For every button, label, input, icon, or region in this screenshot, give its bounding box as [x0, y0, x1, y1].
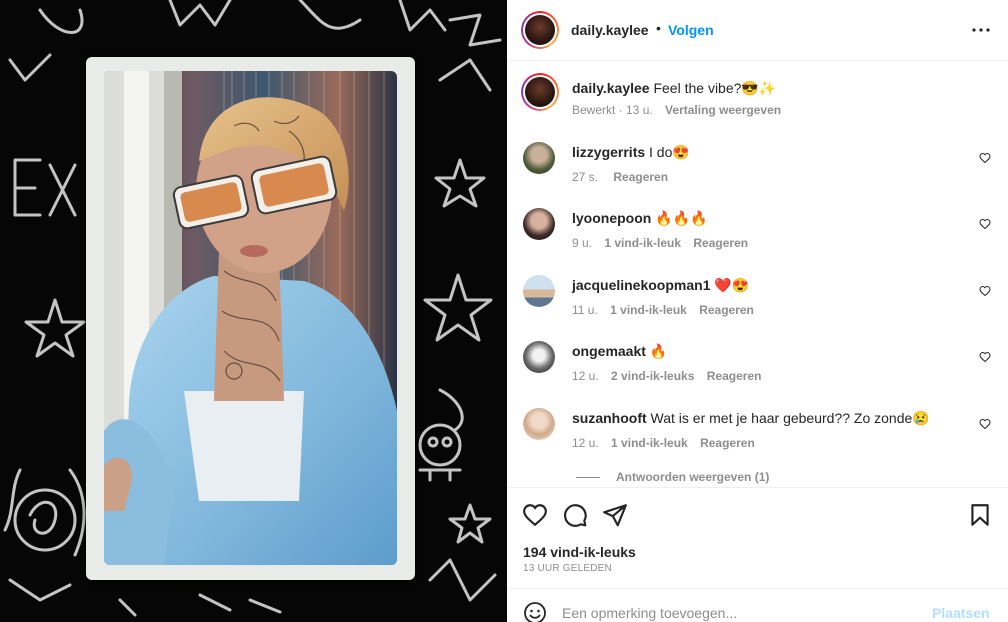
header-separator: • — [656, 20, 661, 36]
caption-text: Feel the vibe?😎✨ — [653, 80, 777, 96]
post-comment-button[interactable]: Plaatsen — [932, 605, 990, 621]
post-caption: daily.kaylee Feel the vibe?😎✨ Bewerkt · … — [507, 62, 1008, 132]
comment-avatar[interactable] — [523, 142, 555, 174]
comments-list[interactable]: daily.kaylee Feel the vibe?😎✨ Bewerkt · … — [507, 62, 1008, 486]
comment-item: lyoonepoon 🔥🔥🔥 9 u. 1 vind-ik-leuk Reage… — [507, 206, 1008, 272]
comment-avatar[interactable] — [523, 275, 555, 307]
comment-text: 🔥🔥🔥 — [655, 210, 708, 226]
action-bar: 194 vind-ik-leuks 13 UUR GELEDEN — [507, 487, 1008, 587]
reply-button[interactable]: Reageren — [693, 236, 748, 250]
translate-link[interactable]: Vertaling weergeven — [665, 103, 781, 117]
comment-username[interactable]: jacquelinekoopman1 — [572, 277, 710, 293]
caption-edited: Bewerkt · 13 u. — [572, 103, 653, 117]
reply-button[interactable]: Reageren — [707, 369, 762, 383]
post-image-area[interactable] — [0, 0, 507, 622]
reply-button[interactable]: Reageren — [699, 303, 754, 317]
comment-likes[interactable]: 1 vind-ik-leuk — [611, 436, 688, 450]
comment-input[interactable] — [562, 603, 912, 622]
comment-bubble-icon[interactable] — [562, 502, 588, 528]
comment-time: 9 u. — [572, 236, 593, 250]
comment-avatar[interactable] — [523, 208, 555, 240]
post-photo — [104, 71, 397, 565]
post-header: daily.kaylee • Volgen — [507, 0, 1008, 61]
comment-text: ❤️😍 — [714, 277, 750, 293]
comment-item: suzanhooft Wat is er met je haar gebeurd… — [507, 406, 1008, 472]
author-avatar[interactable] — [521, 11, 559, 49]
comment-composer: Plaatsen — [507, 588, 1008, 622]
comment-text: 🔥 — [649, 343, 668, 359]
comment-avatar[interactable] — [523, 408, 555, 440]
comment-text: Wat is er met je haar gebeurd?? Zo zonde… — [650, 410, 930, 426]
reply-button[interactable]: Reageren — [700, 436, 755, 450]
comment-time: 11 u. — [572, 303, 598, 317]
comment-username[interactable]: ongemaakt — [572, 343, 646, 359]
caption-avatar[interactable] — [521, 73, 559, 111]
likes-count[interactable]: 194 vind-ik-leuks — [523, 544, 636, 560]
like-comment-heart-icon[interactable] — [979, 218, 991, 230]
comment-text: I do😍 — [649, 144, 690, 160]
comment-time: 12 u. — [572, 369, 599, 383]
comment-likes[interactable]: 1 vind-ik-leuk — [604, 236, 681, 250]
post-side-panel: daily.kaylee • Volgen daily.kaylee Feel … — [507, 0, 1008, 622]
emoji-icon[interactable] — [523, 601, 547, 622]
comment-item: lizzygerrits I do😍 27 s. Reageren — [507, 140, 1008, 206]
like-heart-icon[interactable] — [522, 502, 548, 528]
follow-button[interactable]: Volgen — [668, 22, 714, 38]
comment-time: 27 s. — [572, 170, 599, 184]
author-username[interactable]: daily.kaylee — [571, 22, 649, 38]
like-comment-heart-icon[interactable] — [979, 418, 991, 430]
post-timestamp[interactable]: 13 UUR GELEDEN — [523, 563, 612, 574]
like-comment-heart-icon[interactable] — [979, 351, 991, 363]
comment-avatar[interactable] — [523, 341, 555, 373]
view-replies-button[interactable]: Antwoorden weergeven (1) — [576, 470, 769, 484]
comment-likes[interactable]: 2 vind-ik-leuks — [611, 369, 694, 383]
reply-button[interactable]: Reageren — [613, 170, 668, 184]
comment-likes[interactable]: 1 vind-ik-leuk — [610, 303, 687, 317]
bookmark-save-icon[interactable] — [967, 502, 993, 528]
comment-username[interactable]: suzanhooft — [572, 410, 647, 426]
comment-item: jacquelinekoopman1 ❤️😍 11 u. 1 vind-ik-l… — [507, 273, 1008, 339]
comment-time: 12 u. — [572, 436, 599, 450]
view-replies-label: Antwoorden weergeven (1) — [616, 470, 770, 484]
like-comment-heart-icon[interactable] — [979, 152, 991, 164]
comment-username[interactable]: lyoonepoon — [572, 210, 651, 226]
share-send-icon[interactable] — [602, 502, 628, 528]
more-options-icon[interactable] — [969, 18, 993, 47]
comment-item: ongemaakt 🔥 12 u. 2 vind-ik-leuks Reager… — [507, 339, 1008, 405]
comment-username[interactable]: lizzygerrits — [572, 144, 645, 160]
caption-username[interactable]: daily.kaylee — [572, 80, 650, 96]
replies-line — [576, 477, 600, 479]
like-comment-heart-icon[interactable] — [979, 285, 991, 297]
